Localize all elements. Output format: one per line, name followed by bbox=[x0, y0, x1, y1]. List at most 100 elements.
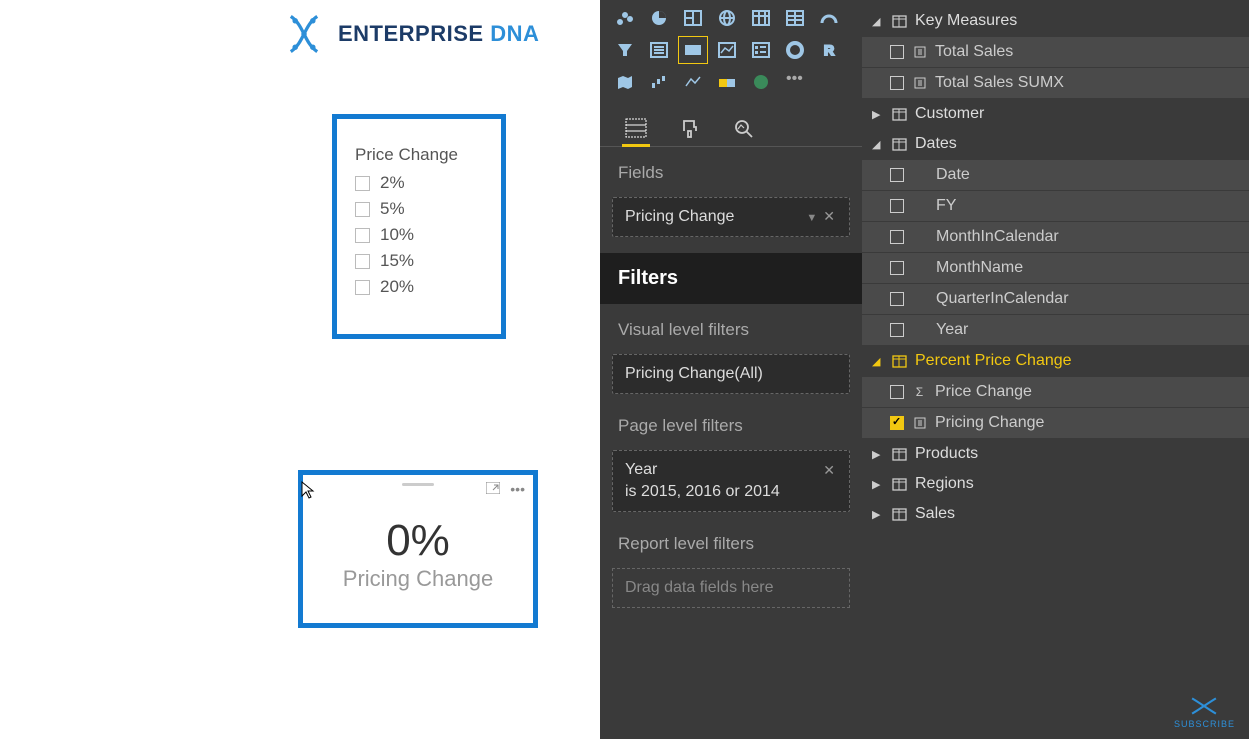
field-checkbox[interactable] bbox=[890, 416, 904, 430]
field-checkbox[interactable] bbox=[890, 385, 904, 399]
table-icon bbox=[892, 448, 907, 461]
field-price-change[interactable]: ΣPrice Change bbox=[862, 377, 1249, 407]
slicer-item[interactable]: 5% bbox=[355, 199, 483, 219]
tab-format[interactable] bbox=[676, 114, 704, 142]
slicer-item[interactable]: 2% bbox=[355, 173, 483, 193]
table-icon bbox=[892, 15, 907, 28]
field-well-pricing-change[interactable]: Pricing Change ▼✕ bbox=[612, 197, 850, 237]
svg-text:R: R bbox=[824, 42, 834, 58]
expand-icon[interactable]: ▶ bbox=[872, 508, 884, 521]
table-customer[interactable]: ▶ Customer bbox=[862, 99, 1249, 129]
expand-icon[interactable]: ▶ bbox=[872, 108, 884, 121]
visualizations-panel: 123 R ••• Fields Pricing Change bbox=[600, 0, 862, 739]
measure-icon bbox=[912, 77, 927, 89]
table-icon bbox=[892, 355, 907, 368]
field-checkbox[interactable] bbox=[890, 168, 904, 182]
slicer-item[interactable]: 10% bbox=[355, 225, 483, 245]
dna-icon bbox=[280, 12, 328, 56]
viz-r-icon[interactable]: R bbox=[814, 36, 844, 64]
table-dates[interactable]: ◢ Dates bbox=[862, 129, 1249, 159]
pane-tabs bbox=[600, 102, 862, 147]
field-fy[interactable]: FY bbox=[862, 191, 1249, 221]
viz-line-icon[interactable] bbox=[678, 68, 708, 96]
checkbox-icon[interactable] bbox=[355, 202, 370, 217]
viz-table-icon[interactable] bbox=[746, 4, 776, 32]
viz-kpi-icon[interactable] bbox=[712, 36, 742, 64]
field-checkbox[interactable] bbox=[890, 76, 904, 90]
slicer-item[interactable]: 20% bbox=[355, 277, 483, 297]
field-total-sales[interactable]: Total Sales bbox=[862, 37, 1249, 67]
field-checkbox[interactable] bbox=[890, 199, 904, 213]
remove-field-icon[interactable]: ✕ bbox=[821, 208, 837, 224]
checkbox-icon[interactable] bbox=[355, 176, 370, 191]
checkbox-icon[interactable] bbox=[355, 280, 370, 295]
card-label: Pricing Change bbox=[343, 566, 493, 592]
field-year[interactable]: Year bbox=[862, 315, 1249, 345]
field-date[interactable]: Date bbox=[862, 160, 1249, 190]
field-monthname[interactable]: MonthName bbox=[862, 253, 1249, 283]
slicer-price-change[interactable]: Price Change 2% 5% 10% 15% 20% bbox=[332, 114, 506, 339]
collapse-icon[interactable]: ◢ bbox=[872, 15, 884, 28]
viz-donut-icon[interactable] bbox=[780, 36, 810, 64]
remove-filter-icon[interactable]: ✕ bbox=[821, 462, 837, 479]
table-percent-price-change[interactable]: ◢ Percent Price Change bbox=[862, 346, 1249, 376]
field-monthincalendar[interactable]: MonthInCalendar bbox=[862, 222, 1249, 252]
report-filter-dropzone[interactable]: Drag data fields here bbox=[612, 568, 850, 608]
fields-section-label: Fields bbox=[600, 147, 862, 191]
viz-multirow-card-icon[interactable] bbox=[644, 36, 674, 64]
tab-fields[interactable] bbox=[622, 114, 650, 142]
svg-text:123: 123 bbox=[687, 48, 699, 55]
field-total-sales-sumx[interactable]: Total Sales SUMX bbox=[862, 68, 1249, 98]
visualization-gallery: 123 R ••• bbox=[600, 0, 862, 102]
viz-funnel-icon[interactable] bbox=[610, 36, 640, 64]
table-icon bbox=[892, 508, 907, 521]
card-visual[interactable]: ••• 0% Pricing Change bbox=[298, 470, 538, 628]
viz-treemap-icon[interactable] bbox=[678, 4, 708, 32]
viz-waterfall-icon[interactable] bbox=[644, 68, 674, 96]
logo-text: ENTERPRISE DNA bbox=[338, 21, 539, 47]
collapse-icon[interactable]: ◢ bbox=[872, 355, 884, 368]
field-checkbox[interactable] bbox=[890, 323, 904, 337]
card-value: 0% bbox=[386, 516, 450, 566]
report-canvas[interactable]: ENTERPRISE DNA Price Change 2% 5% 10% 15… bbox=[0, 0, 600, 739]
viz-filled-map-icon[interactable] bbox=[610, 68, 640, 96]
subscribe-badge[interactable]: SUBSCRIBE bbox=[1174, 693, 1235, 729]
table-regions[interactable]: ▶ Regions bbox=[862, 469, 1249, 499]
viz-globe-icon[interactable] bbox=[712, 4, 742, 32]
viz-slicer-icon[interactable] bbox=[746, 36, 776, 64]
table-products[interactable]: ▶ Products bbox=[862, 439, 1249, 469]
filters-header: Filters bbox=[600, 253, 862, 304]
viz-pie-icon[interactable] bbox=[644, 4, 674, 32]
field-quarterincalendar[interactable]: QuarterInCalendar bbox=[862, 284, 1249, 314]
field-checkbox[interactable] bbox=[890, 292, 904, 306]
visual-filter-pricing-change[interactable]: Pricing Change(All) bbox=[612, 354, 850, 394]
field-checkbox[interactable] bbox=[890, 45, 904, 59]
viz-custom1-icon[interactable] bbox=[712, 68, 742, 96]
table-icon bbox=[892, 138, 907, 151]
viz-arcgis-icon[interactable] bbox=[746, 68, 776, 96]
field-checkbox[interactable] bbox=[890, 261, 904, 275]
slicer-item[interactable]: 15% bbox=[355, 251, 483, 271]
cursor-icon bbox=[300, 480, 316, 506]
more-options-icon[interactable]: ••• bbox=[510, 481, 525, 497]
viz-more-icon[interactable]: ••• bbox=[780, 68, 809, 96]
field-checkbox[interactable] bbox=[890, 230, 904, 244]
table-key-measures[interactable]: ◢ Key Measures bbox=[862, 6, 1249, 36]
page-filter-year[interactable]: Year✕ is 2015, 2016 or 2014 bbox=[612, 450, 850, 512]
expand-icon[interactable]: ▶ bbox=[872, 448, 884, 461]
expand-icon[interactable]: ▶ bbox=[872, 478, 884, 491]
viz-matrix-icon[interactable] bbox=[780, 4, 810, 32]
tab-analytics[interactable] bbox=[730, 114, 758, 142]
viz-gauge-icon[interactable] bbox=[814, 4, 844, 32]
checkbox-icon[interactable] bbox=[355, 254, 370, 269]
table-icon bbox=[892, 108, 907, 121]
chevron-down-icon[interactable]: ▼ bbox=[806, 212, 817, 224]
table-sales[interactable]: ▶ Sales bbox=[862, 499, 1249, 529]
measure-icon bbox=[912, 417, 927, 429]
field-pricing-change[interactable]: Pricing Change bbox=[862, 408, 1249, 438]
checkbox-icon[interactable] bbox=[355, 228, 370, 243]
viz-scatter-icon[interactable] bbox=[610, 4, 640, 32]
focus-mode-icon[interactable] bbox=[486, 481, 500, 497]
viz-card-icon[interactable]: 123 bbox=[678, 36, 708, 64]
collapse-icon[interactable]: ◢ bbox=[872, 138, 884, 151]
